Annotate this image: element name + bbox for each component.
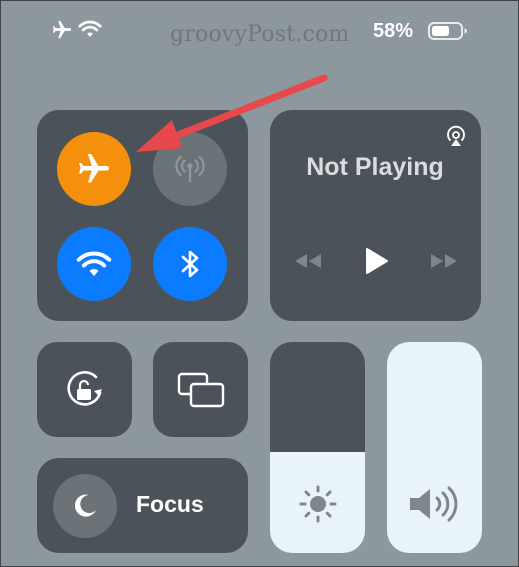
annotation-arrow bbox=[136, 74, 328, 152]
